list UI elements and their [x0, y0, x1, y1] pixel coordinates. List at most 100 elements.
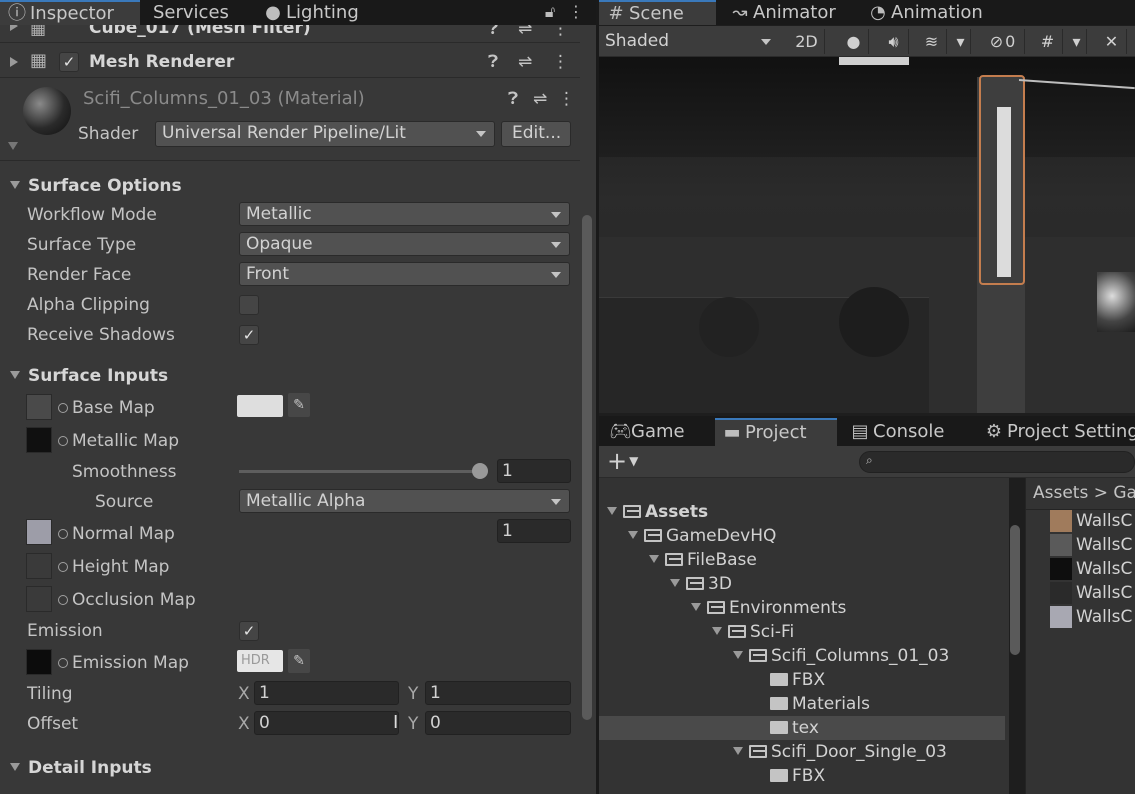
tree-item[interactable]: Sci-Fi — [599, 620, 1005, 644]
workflow-mode-dropdown[interactable]: Metallic — [239, 202, 570, 226]
emission-color-swatch[interactable]: HDR — [237, 650, 283, 672]
tiling-y-field[interactable]: 1 — [425, 681, 571, 705]
tab-lighting[interactable]: ● Lighting — [256, 0, 376, 25]
more-options-icon[interactable]: ⋮ — [552, 25, 569, 39]
tree-item[interactable]: FileBase — [599, 548, 1005, 572]
help-icon[interactable]: ❓︎ — [508, 89, 518, 109]
tab-animation[interactable]: ◔ Animation — [861, 0, 1001, 25]
tab-inspector[interactable]: ⓘ Inspector — [0, 0, 140, 25]
tree-item[interactable]: Scifi_Door_Single_03 — [599, 740, 1005, 764]
render-face-dropdown[interactable]: Front — [239, 262, 570, 286]
source-dropdown[interactable]: Metallic Alpha — [239, 489, 570, 513]
base-map-thumbnail[interactable] — [26, 394, 52, 420]
eyedropper-icon[interactable]: ✎ — [288, 393, 310, 417]
tab-project-settings[interactable]: ⚙ Project Settings — [977, 418, 1135, 446]
metallic-map-thumbnail[interactable] — [26, 427, 52, 453]
smoothness-slider-track[interactable] — [239, 470, 483, 473]
smoothness-slider-handle[interactable] — [472, 463, 488, 479]
more-options-icon[interactable]: ⋮ — [558, 89, 575, 109]
hidden-objects-icon[interactable]: ⊘ 0 — [981, 29, 1025, 54]
asset-item[interactable]: WallsC — [1050, 606, 1135, 630]
lighting-toggle-icon[interactable]: ● — [839, 29, 869, 54]
audio-toggle-icon[interactable]: 🔊︎ — [879, 29, 909, 54]
tab-animator[interactable]: ↝ Animator — [723, 0, 853, 25]
effects-dropdown-icon[interactable]: ▾ — [951, 29, 971, 54]
expand-arrow-icon[interactable] — [628, 531, 638, 539]
inspector-scrollbar[interactable] — [582, 215, 592, 720]
emission-checkbox[interactable]: ✓ — [239, 621, 259, 641]
preset-icon[interactable]: ⇌ — [518, 52, 532, 72]
occlusion-map-label: Occlusion Map — [58, 590, 196, 610]
smoothness-field[interactable]: 1 — [497, 459, 571, 483]
expand-arrow-icon[interactable] — [733, 747, 743, 755]
asset-item[interactable]: WallsC — [1050, 534, 1135, 558]
2d-toggle-button[interactable]: 2D — [789, 29, 825, 54]
tab-game[interactable]: 🎮︎Game — [601, 418, 709, 446]
expand-arrow-icon[interactable] — [712, 627, 722, 635]
emission-map-thumbnail[interactable] — [26, 649, 52, 675]
asset-item[interactable]: WallsC — [1050, 582, 1135, 606]
preset-icon[interactable]: ⇌ — [518, 25, 532, 39]
asset-item[interactable]: WallsC — [1050, 558, 1135, 582]
add-asset-button[interactable]: + ▼ — [607, 449, 647, 473]
tree-item[interactable]: Environments — [599, 596, 1005, 620]
edit-shader-button[interactable]: Edit... — [501, 121, 571, 147]
detail-inputs-header[interactable]: Detail Inputs — [10, 758, 152, 778]
occlusion-map-thumbnail[interactable] — [26, 586, 52, 612]
more-options-icon[interactable]: ⋮ — [552, 52, 569, 72]
lock-icon[interactable]: 🔓︎ — [540, 2, 560, 22]
expand-arrow-icon[interactable] — [670, 579, 680, 587]
foldout-arrow-icon[interactable] — [8, 137, 26, 157]
surface-inputs-header[interactable]: Surface Inputs — [10, 366, 168, 386]
asset-label: WallsC — [1076, 559, 1133, 579]
tab-console[interactable]: ▤ Console — [843, 418, 973, 446]
tab-project[interactable]: ▬ Project — [715, 418, 837, 446]
tree-item[interactable]: FBX — [599, 764, 1005, 788]
height-map-thumbnail[interactable] — [26, 553, 52, 579]
offset-y-field[interactable]: 0 — [425, 711, 571, 735]
scene-viewport[interactable] — [599, 57, 1135, 413]
tiling-x-field[interactable]: 1 — [254, 681, 399, 705]
base-color-swatch[interactable] — [237, 395, 283, 417]
tab-services[interactable]: Services — [142, 0, 252, 25]
project-tree-scrollbar[interactable] — [1010, 525, 1020, 655]
tree-item[interactable]: Assets — [599, 500, 1005, 524]
project-search-input[interactable]: ⌕ — [859, 451, 1135, 473]
tree-item[interactable]: FBX — [599, 668, 1005, 692]
surface-options-header[interactable]: Surface Options — [10, 176, 182, 196]
more-options-icon[interactable]: ⋮ — [566, 2, 586, 21]
help-icon[interactable]: ❓︎ — [488, 52, 498, 72]
breadcrumb[interactable]: Assets > Ga — [1033, 483, 1135, 503]
expand-arrow-icon[interactable] — [733, 651, 743, 659]
tools-icon[interactable]: ✕ — [1097, 29, 1127, 54]
tree-item[interactable]: Scifi_Columns_01_03 — [599, 644, 1005, 668]
expand-arrow-icon[interactable] — [691, 603, 701, 611]
material-preview-sphere[interactable] — [23, 87, 71, 135]
grid-dropdown-icon[interactable]: ▾ — [1067, 29, 1087, 54]
tree-item[interactable]: 3D — [599, 572, 1005, 596]
alpha-clipping-checkbox[interactable] — [239, 295, 259, 315]
mesh-renderer-enabled-checkbox[interactable]: ✓ — [59, 52, 79, 72]
asset-item[interactable]: WallsC — [1050, 510, 1135, 534]
expand-arrow-icon[interactable] — [607, 507, 617, 515]
help-icon[interactable]: ❓︎ — [488, 25, 498, 39]
effects-toggle-icon[interactable]: ≋ — [917, 29, 947, 54]
tree-item[interactable]: GameDevHQ — [599, 524, 1005, 548]
mesh-filter-header[interactable]: ▦ Cube_017 (Mesh Filter) ❓︎ ⇌ ⋮ — [0, 25, 580, 43]
preset-icon[interactable]: ⇌ — [533, 89, 547, 109]
alpha-clipping-label: Alpha Clipping — [27, 295, 150, 315]
grid-toggle-icon[interactable]: # — [1033, 29, 1063, 54]
tree-item[interactable]: Materials — [599, 692, 1005, 716]
mesh-renderer-header[interactable]: ▦ ✓ Mesh Renderer ❓︎ ⇌ ⋮ — [0, 46, 580, 78]
offset-x-field[interactable]: 0 — [254, 711, 399, 735]
expand-arrow-icon[interactable] — [649, 555, 659, 563]
tree-item[interactable]: tex — [599, 716, 1005, 740]
eyedropper-icon[interactable]: ✎ — [288, 649, 310, 673]
receive-shadows-checkbox[interactable]: ✓ — [239, 325, 259, 345]
normal-map-thumbnail[interactable] — [26, 519, 52, 545]
shading-mode-dropdown[interactable]: Shaded — [599, 29, 779, 54]
shader-dropdown[interactable]: Universal Render Pipeline/Lit — [155, 121, 495, 147]
surface-type-dropdown[interactable]: Opaque — [239, 232, 570, 256]
tab-scene[interactable]: # Scene — [599, 0, 716, 25]
normal-scale-field[interactable]: 1 — [497, 519, 571, 543]
